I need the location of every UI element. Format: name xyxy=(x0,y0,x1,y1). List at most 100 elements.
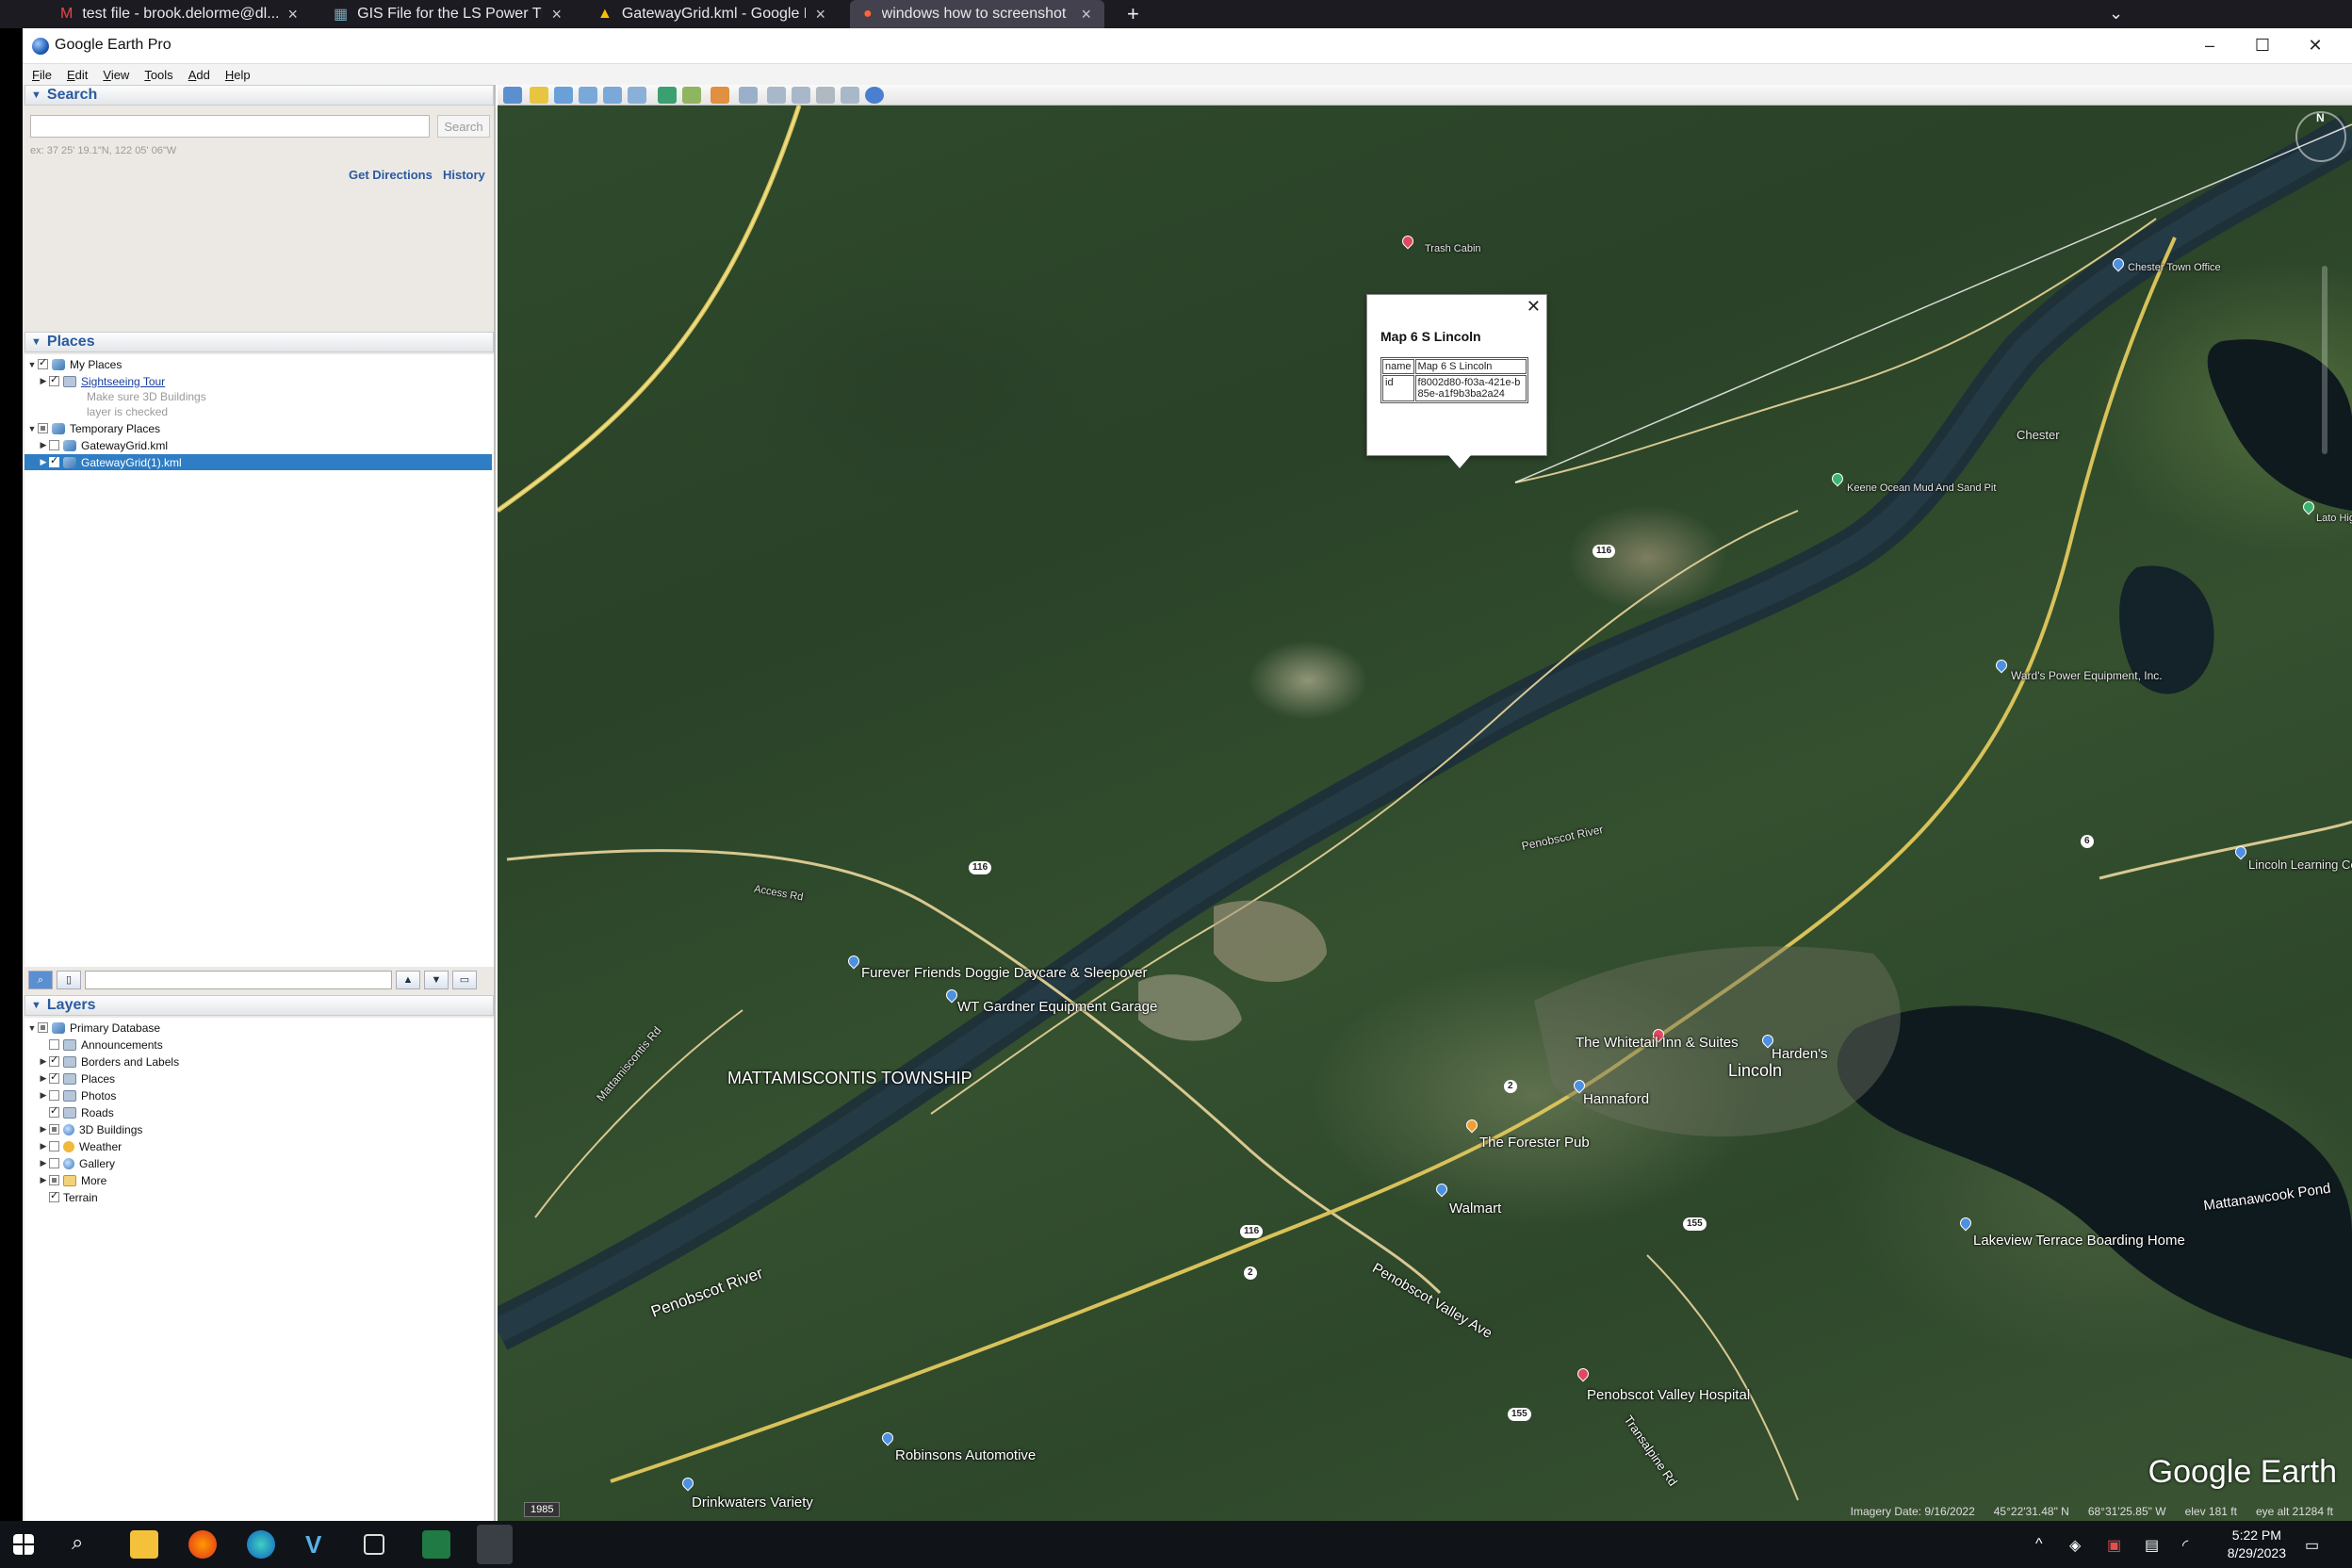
notifications-icon[interactable]: ▭ xyxy=(2305,1536,2319,1555)
search-panel-header[interactable]: ▼ Search xyxy=(24,85,494,106)
expand-triangle-icon[interactable]: ▶ xyxy=(38,457,49,467)
layer-weather[interactable]: ▶ Weather xyxy=(38,1138,122,1154)
expand-triangle-icon[interactable]: ▶ xyxy=(38,1056,49,1067)
map-label-penobscot-valley-hospital[interactable]: Penobscot Valley Hospital xyxy=(1587,1387,1750,1403)
browser-tab-active[interactable]: ● windows how to screenshot ... × xyxy=(850,0,1104,28)
layer-places[interactable]: ▶ Places xyxy=(38,1070,116,1086)
minimize-button[interactable]: – xyxy=(2196,32,2224,58)
layer-announcements[interactable]: Announcements xyxy=(49,1037,163,1053)
tree-item-label[interactable]: Sightseeing Tour xyxy=(81,375,165,388)
file-explorer-icon[interactable] xyxy=(130,1530,158,1559)
excel-icon[interactable] xyxy=(422,1530,450,1559)
menu-tools[interactable]: Tools xyxy=(144,68,172,82)
add-image-overlay-icon[interactable] xyxy=(603,87,622,104)
globe-icon[interactable] xyxy=(865,87,884,104)
close-icon[interactable]: × xyxy=(551,5,562,24)
tree-item-sightseeing-tour[interactable]: ▶ Sightseeing Tour xyxy=(38,373,166,389)
browser-tab[interactable]: ▦ GIS File for the LS Power Trans... × xyxy=(320,0,575,28)
tree-item-gatewaygrid-kml[interactable]: ▶ GatewayGrid.kml xyxy=(38,437,169,453)
expand-triangle-icon[interactable]: ▶ xyxy=(38,376,49,386)
add-placemark-icon[interactable] xyxy=(530,87,548,104)
map-label-lakeview[interactable]: Lakeview Terrace Boarding Home xyxy=(1973,1233,2185,1249)
add-path-icon[interactable] xyxy=(579,87,597,104)
checkbox[interactable] xyxy=(38,1022,48,1033)
map-label-hardens[interactable]: Harden's xyxy=(1772,1046,1828,1062)
get-directions-link[interactable]: Get Directions xyxy=(349,168,433,182)
sidebar-toggle-icon[interactable]: ▯ xyxy=(57,971,81,989)
map-label-chester-town-office[interactable]: Chester Town Office xyxy=(2128,262,2221,273)
close-icon[interactable]: × xyxy=(815,5,825,24)
map-label-whitetail[interactable]: The Whitetail Inn & Suites xyxy=(1576,1035,1739,1051)
map-view[interactable]: N Trash Cabin Keene Ocean Mud And Sand P… xyxy=(498,106,2352,1521)
save-image-icon[interactable] xyxy=(816,87,835,104)
map-label-robinsons[interactable]: Robinsons Automotive xyxy=(895,1447,1036,1463)
move-up-icon[interactable]: ▲ xyxy=(396,971,420,989)
checkbox[interactable] xyxy=(49,1158,59,1168)
places-filter-field[interactable] xyxy=(85,971,392,989)
map-label-trash-cabin[interactable]: Trash Cabin xyxy=(1425,243,1481,254)
checkbox[interactable] xyxy=(49,1175,59,1185)
ruler-icon[interactable] xyxy=(739,87,758,104)
firefox-icon[interactable] xyxy=(188,1530,217,1559)
checkbox[interactable] xyxy=(49,440,59,450)
checkbox[interactable] xyxy=(49,1039,59,1050)
menu-edit[interactable]: Edit xyxy=(67,68,88,82)
app-v-icon[interactable]: V xyxy=(305,1530,334,1559)
checkbox[interactable] xyxy=(49,1141,59,1152)
close-button[interactable]: ✕ xyxy=(2301,32,2329,58)
layer-gallery[interactable]: ▶ Gallery xyxy=(38,1155,115,1171)
map-label-hannaford[interactable]: Hannaford xyxy=(1583,1091,1649,1107)
add-polygon-icon[interactable] xyxy=(554,87,573,104)
browser-tab[interactable]: M test file - brook.delorme@dl... × xyxy=(47,0,311,28)
print-icon[interactable] xyxy=(792,87,810,104)
map-label-furever[interactable]: Furever Friends Doggie Daycare & Sleepov… xyxy=(861,965,1147,981)
expand-triangle-icon[interactable]: ▶ xyxy=(38,440,49,450)
zoom-slider[interactable] xyxy=(2322,266,2328,454)
map-label-wt-gardner[interactable]: WT Gardner Equipment Garage xyxy=(957,999,1157,1015)
edge-icon[interactable] xyxy=(247,1530,275,1559)
network-icon[interactable]: ▤ xyxy=(2145,1536,2159,1555)
checkbox[interactable] xyxy=(49,1104,59,1118)
checkbox[interactable] xyxy=(49,1090,59,1101)
windows-start-icon[interactable] xyxy=(13,1534,34,1555)
sunlight-icon[interactable] xyxy=(682,87,701,104)
record-tour-icon[interactable] xyxy=(628,87,646,104)
search-places-icon[interactable]: ⌕ xyxy=(28,971,53,989)
menu-add[interactable]: Add xyxy=(188,68,210,82)
layer-borders-and-labels[interactable]: ▶ Borders and Labels xyxy=(38,1054,180,1070)
google-earth-taskbar-icon[interactable] xyxy=(477,1525,513,1564)
expand-triangle-icon[interactable]: ▼ xyxy=(26,1023,38,1033)
search-button[interactable]: Search xyxy=(437,115,490,138)
checkbox[interactable] xyxy=(38,423,48,433)
new-tab-button[interactable]: + xyxy=(1127,2,1139,26)
checkbox[interactable] xyxy=(49,454,59,467)
map-label-lincoln-learning[interactable]: Lincoln Learning Cent xyxy=(2248,858,2352,872)
expand-triangle-icon[interactable]: ▶ xyxy=(38,1124,49,1135)
checkbox[interactable] xyxy=(38,356,48,369)
checkbox[interactable] xyxy=(49,1070,59,1084)
expand-triangle-icon[interactable]: ▼ xyxy=(26,424,38,433)
expand-triangle-icon[interactable]: ▶ xyxy=(38,1090,49,1101)
layer-3d-buildings[interactable]: ▶ 3D Buildings xyxy=(38,1121,143,1137)
add-folder-icon[interactable]: ▭ xyxy=(452,971,477,989)
map-label-chester[interactable]: Chester xyxy=(2017,428,2060,442)
taskbar-clock[interactable]: 5:22 PM 8/29/2023 xyxy=(2228,1527,2286,1562)
compass-control[interactable]: N xyxy=(2295,111,2346,162)
checkbox[interactable] xyxy=(49,1189,59,1202)
list-all-tabs-button[interactable]: ⌄ xyxy=(2109,4,2123,24)
map-label-power-equipment[interactable]: Ward's Power Equipment, Inc. xyxy=(2011,669,2163,682)
search-icon[interactable]: ⌕ xyxy=(72,1530,100,1559)
historical-imagery-icon[interactable] xyxy=(658,87,677,104)
close-icon[interactable]: × xyxy=(287,5,298,24)
layer-photos[interactable]: ▶ Photos xyxy=(38,1087,117,1103)
map-label-keene[interactable]: Keene Ocean Mud And Sand Pit xyxy=(1847,482,1996,494)
history-link[interactable]: History xyxy=(443,168,485,182)
menu-view[interactable]: View xyxy=(103,68,129,82)
layer-terrain[interactable]: Terrain xyxy=(49,1189,98,1205)
tree-item-gatewaygrid-1-kml[interactable]: ▶ GatewayGrid(1).kml xyxy=(24,454,492,470)
browser-tab[interactable]: ▲ GatewayGrid.kml - Google Dri... × xyxy=(584,0,839,28)
email-icon[interactable] xyxy=(767,87,786,104)
tree-item-my-places[interactable]: ▼ My Places xyxy=(26,356,122,372)
switch-planet-icon[interactable] xyxy=(710,87,729,104)
maximize-button[interactable]: ☐ xyxy=(2248,32,2277,58)
